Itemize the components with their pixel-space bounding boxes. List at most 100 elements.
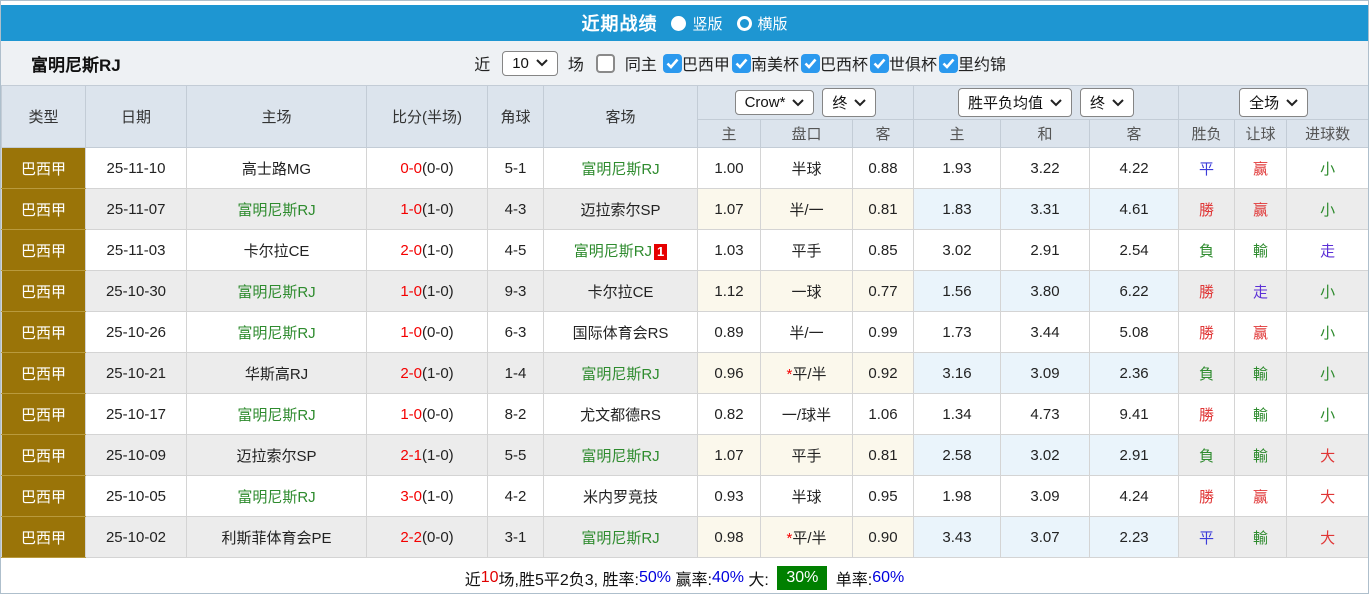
league-checkbox-2[interactable] (800, 53, 820, 73)
corner-cell: 3-1 (487, 516, 544, 558)
league-cell: 巴西甲 (1, 147, 86, 189)
eu-home-odds-cell: 1.73 (913, 311, 1002, 353)
chevron-down-icon (1286, 98, 1298, 106)
handicap-line: 半/一 (789, 324, 824, 342)
average-time-select[interactable]: 终 (1080, 88, 1135, 117)
summary-over-label: 大: (743, 572, 774, 589)
goals-result: 小 (1320, 283, 1336, 301)
score-cell: 2-2(0-0) (366, 516, 488, 558)
ah-away-odds-cell: 0.95 (851, 475, 915, 517)
ah-away-odds-cell: 0.99 (851, 311, 915, 353)
home-team: 利斯菲体育会PE (221, 529, 332, 547)
ah-away-odds-cell: 0.81 (851, 434, 915, 476)
goals-result: 小 (1320, 324, 1336, 342)
league-checkbox-3[interactable] (869, 53, 889, 73)
results-table: 类型 日期 主场 比分(半场) 角球 客场 Crow* 终 胜平负均值 终 全场… (1, 85, 1368, 558)
subheader-eu-draw: 和 (1000, 119, 1091, 148)
summary-bar: 近 10 场,胜5平2负3, 胜率: 50% 赢率: 40% 大: 30% 单率: 60% (1, 558, 1368, 593)
eu-away-odds-cell: 4.61 (1089, 188, 1180, 230)
home-team: 富明尼斯RJ (237, 283, 316, 301)
league-cell: 巴西甲 (1, 188, 86, 230)
games-label: 场 (567, 57, 584, 74)
subheader-ah-away: 客 (851, 119, 915, 148)
goals-result-cell: 走 (1286, 229, 1368, 271)
handicap-result-cell: 走 (1234, 270, 1288, 312)
goals-result-cell: 小 (1286, 311, 1368, 353)
goals-result: 大 (1320, 529, 1336, 547)
vertical-layout-radio[interactable] (671, 15, 687, 31)
corner-cell: 4-2 (487, 475, 544, 517)
handicap-cell: 一/球半 (760, 393, 853, 435)
corner-cell: 1-4 (487, 352, 544, 394)
date-cell: 25-11-10 (85, 147, 187, 189)
match-row: 巴西甲 25-11-10 高士路MG 0-0(0-0) 5-1 富明尼斯RJ 1… (1, 147, 1368, 189)
home-team: 迈拉索尔SP (236, 447, 317, 465)
check-icon (873, 58, 886, 69)
ah-home-odds-cell: 0.82 (697, 393, 761, 435)
wdl-result-cell: 負 (1178, 352, 1236, 394)
goals-result: 小 (1320, 406, 1336, 424)
eu-away-odds-cell: 2.91 (1089, 434, 1180, 476)
full-time-score: 2-2 (400, 528, 422, 546)
col-header-score: 比分(半场) (366, 85, 488, 148)
half-time-score: (1-0) (422, 241, 454, 259)
match-row: 巴西甲 25-10-05 富明尼斯RJ 3-0(1-0) 4-2 米内罗竞技 0… (1, 475, 1368, 517)
wdl-result-cell: 平 (1178, 147, 1236, 189)
date-cell: 25-10-30 (85, 270, 187, 312)
col-header-date: 日期 (85, 85, 187, 148)
ah-home-odds-cell: 1.03 (697, 229, 761, 271)
league-label-0: 巴西甲 (681, 57, 730, 74)
wdl-result: 勝 (1199, 324, 1215, 342)
home-team: 富明尼斯RJ (237, 488, 316, 506)
full-time-score: 1-0 (400, 282, 422, 300)
handicap-result: 走 (1253, 283, 1269, 301)
same-home-label: 同主 (624, 57, 657, 74)
horizontal-layout-radio[interactable] (736, 15, 752, 31)
handicap-result: 赢 (1253, 324, 1269, 342)
eu-draw-odds-cell: 3.44 (1000, 311, 1091, 353)
bookmaker-time-select[interactable]: 终 (822, 88, 877, 117)
away-team-cell: 尤文都德RS (543, 393, 698, 435)
ah-away-odds-cell: 0.88 (851, 147, 915, 189)
home-team-cell: 利斯菲体育会PE (186, 516, 367, 558)
league-checkbox-0[interactable] (662, 53, 682, 73)
col-header-corner: 角球 (487, 85, 544, 148)
handicap-cell: 半球 (760, 147, 853, 189)
wdl-result: 平 (1199, 529, 1215, 547)
subheader-ah-home: 主 (697, 119, 761, 148)
eu-away-odds-cell: 4.22 (1089, 147, 1180, 189)
league-cell: 巴西甲 (1, 270, 86, 312)
corner-cell: 9-3 (487, 270, 544, 312)
chevron-down-icon (536, 59, 548, 67)
scope-select[interactable]: 全场 (1239, 88, 1309, 117)
vertical-layout-label: 竖版 (692, 15, 723, 33)
wdl-result-cell: 勝 (1178, 270, 1236, 312)
full-time-score: 0-0 (400, 159, 422, 177)
average-select[interactable]: 胜平负均值 (958, 88, 1073, 117)
check-icon (666, 58, 679, 69)
league-checkbox-4[interactable] (938, 53, 958, 73)
score-cell: 0-0(0-0) (366, 147, 488, 189)
handicap-line: 一/球半 (781, 406, 832, 424)
corner-cell: 4-5 (487, 229, 544, 271)
league-checkbox-1[interactable] (731, 53, 751, 73)
away-team: 富明尼斯RJ (581, 160, 660, 178)
match-row: 巴西甲 25-10-30 富明尼斯RJ 1-0(1-0) 9-3 卡尔拉CE 1… (1, 270, 1368, 312)
filter-bar: 富明尼斯RJ 近 10 场 同主 巴西甲 南美杯 巴西杯 世俱杯 里约锦 (1, 41, 1368, 85)
bookmaker-select[interactable]: Crow* (734, 90, 815, 115)
chevron-down-icon (1112, 98, 1124, 106)
goals-result: 小 (1320, 365, 1336, 383)
away-team: 富明尼斯RJ (573, 242, 653, 260)
handicap-result-cell: 赢 (1234, 311, 1288, 353)
date-cell: 25-10-09 (85, 434, 187, 476)
recent-count-select[interactable]: 10 (502, 50, 558, 76)
handicap-section-header: Crow* 终 (696, 85, 915, 120)
away-team-cell: 富明尼斯RJ 1 (543, 229, 698, 271)
ah-home-odds-cell: 0.98 (697, 516, 761, 558)
same-home-checkbox[interactable] (595, 53, 615, 73)
handicap-cell: 半球 (760, 475, 853, 517)
eu-draw-odds-cell: 3.80 (1000, 270, 1091, 312)
ah-away-odds-cell: 0.81 (851, 188, 915, 230)
handicap-cell: *平/半 (760, 352, 853, 394)
league-cell: 巴西甲 (1, 352, 86, 394)
